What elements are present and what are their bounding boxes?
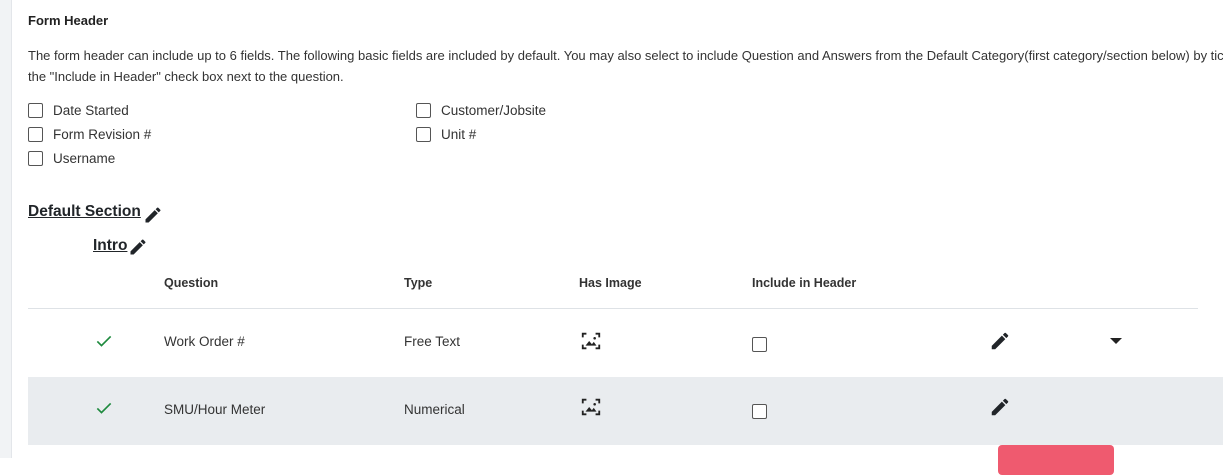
field-label: Username [53, 151, 116, 166]
pencil-icon[interactable] [128, 237, 148, 257]
table-row: Work Order # Free Text [28, 309, 1223, 377]
question-cell: SMU/Hour Meter [164, 402, 266, 417]
field-customer-jobsite[interactable]: Customer/Jobsite [416, 103, 546, 118]
image-placeholder-icon [581, 398, 601, 416]
form-header-description: The form header can include up to 6 fiel… [28, 48, 1223, 84]
form-header-title: Form Header [28, 13, 109, 28]
field-date-started[interactable]: Date Started [28, 103, 129, 118]
type-cell: Numerical [404, 402, 465, 417]
category-title-text: Intro [93, 237, 128, 254]
column-header-question: Question [164, 276, 219, 290]
check-icon [96, 335, 112, 347]
checkbox[interactable] [28, 127, 43, 142]
field-unit[interactable]: Unit # [416, 127, 476, 142]
image-placeholder-icon [581, 332, 601, 350]
caret-down-icon[interactable] [1110, 338, 1122, 344]
field-label: Customer/Jobsite [441, 103, 547, 118]
question-cell: Work Order # [164, 334, 245, 349]
delete-button[interactable] [998, 445, 1114, 475]
include-in-header-checkbox[interactable] [752, 337, 767, 352]
column-header-has-image: Has Image [579, 276, 642, 290]
field-username[interactable]: Username [28, 151, 115, 166]
type-cell: Free Text [404, 334, 461, 349]
checkbox[interactable] [28, 151, 43, 166]
section-title-text: Default Section [28, 203, 141, 220]
column-header-type: Type [404, 276, 433, 290]
field-label: Unit # [441, 127, 477, 142]
field-form-revision[interactable]: Form Revision # [28, 127, 151, 142]
pencil-icon[interactable] [143, 205, 163, 225]
check-icon [96, 402, 112, 414]
pencil-icon[interactable] [989, 330, 1011, 352]
checkbox[interactable] [28, 103, 43, 118]
field-label: Form Revision # [53, 127, 152, 142]
include-in-header-checkbox[interactable] [752, 404, 767, 419]
field-label: Date Started [53, 103, 129, 118]
checkbox[interactable] [416, 127, 431, 142]
left-sidebar-edge [0, 0, 12, 458]
section-title: Default Section [28, 199, 163, 225]
table-row: SMU/Hour Meter Numerical [28, 377, 1223, 445]
pencil-icon[interactable] [989, 396, 1011, 418]
column-header-include-in-header: Include in Header [752, 276, 857, 290]
category-title: Intro [93, 235, 148, 257]
checkbox[interactable] [416, 103, 431, 118]
